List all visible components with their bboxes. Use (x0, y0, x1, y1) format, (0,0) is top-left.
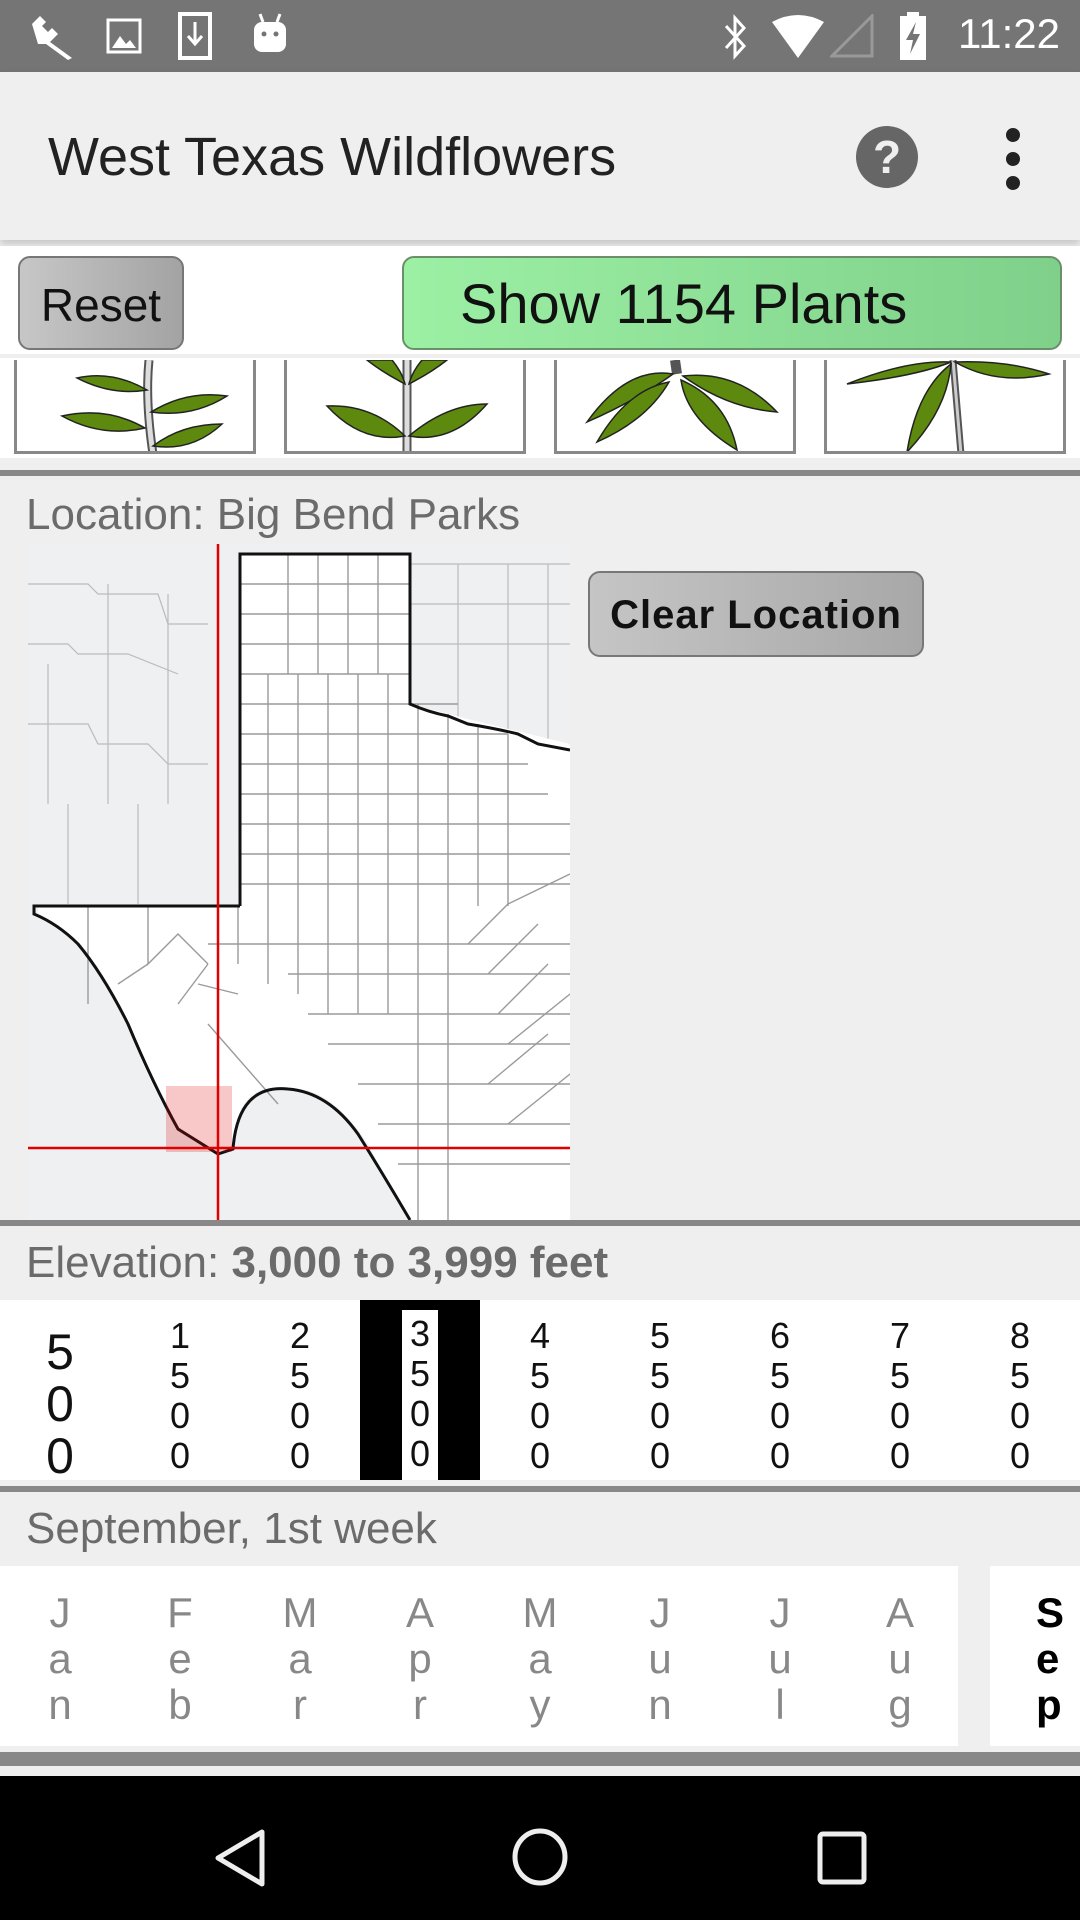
elevation-option-label: 7500 (889, 1315, 911, 1476)
elevation-option-label: 8500 (1009, 1315, 1031, 1476)
elevation-option-5500[interactable]: 5500 (600, 1300, 720, 1480)
month-option-may[interactable]: May (480, 1590, 600, 1728)
signal-icon (830, 14, 874, 58)
elevation-option-label: 2500 (289, 1315, 311, 1476)
section-divider (0, 1220, 1080, 1226)
month-selector: JanFebMarAprMayJunJulAug (0, 1566, 958, 1746)
location-label: Location: Big Bend Parks (26, 490, 521, 539)
elevation-option-label: 4500 (529, 1315, 551, 1476)
elevation-option-label: 6500 (769, 1315, 791, 1476)
elevation-option-500[interactable]: 500 (0, 1300, 120, 1484)
date-label: September, 1st week (26, 1504, 437, 1553)
month-option-jul[interactable]: Jul (720, 1590, 840, 1728)
elevation-option-label: 5500 (649, 1315, 671, 1476)
recents-icon[interactable] (816, 1830, 868, 1886)
month-option-jun[interactable]: Jun (600, 1590, 720, 1728)
section-divider (0, 470, 1080, 476)
more-vert-icon[interactable] (990, 128, 1036, 190)
leaf-tile-whorled[interactable] (554, 360, 796, 454)
leaf-tile-alternate[interactable] (14, 360, 256, 454)
elevation-option-2500[interactable]: 2500 (240, 1300, 360, 1480)
image-icon (106, 18, 142, 54)
elevation-option-6500[interactable]: 6500 (720, 1300, 840, 1480)
elevation-label-prefix: Elevation: (26, 1238, 232, 1287)
elevation-option-label: 3500 (401, 1310, 439, 1480)
show-plants-button[interactable]: Show 1154 Plants (402, 256, 1062, 350)
elevation-option-8500[interactable]: 8500 (960, 1300, 1080, 1480)
home-icon[interactable] (510, 1826, 570, 1888)
wrench-icon (32, 16, 72, 60)
reset-button[interactable]: Reset (18, 256, 184, 350)
status-bar: 11:22 (0, 0, 1080, 72)
leaf-tile-opposite[interactable] (284, 360, 526, 454)
selected-region (166, 1086, 232, 1152)
texas-county-map (28, 544, 570, 1220)
leaf-tile-basal[interactable] (824, 360, 1066, 454)
clock: 11:22 (958, 10, 1060, 57)
alternate-leaves-icon (59, 360, 230, 451)
android-icon (254, 13, 286, 52)
whorled-leaves-icon (584, 360, 779, 451)
elevation-selector: 500 1500 2500 3500 4500 5500 6500 7500 8500 (0, 1300, 1080, 1484)
section-divider (0, 1486, 1080, 1492)
battery-charging-icon (900, 12, 926, 60)
navigation-bar (0, 1776, 1080, 1920)
elevation-label: Elevation: 3,000 to 3,999 feet (26, 1238, 608, 1288)
month-selector-selected-panel: Sep (990, 1566, 1080, 1746)
month-option-sep[interactable]: Sep (990, 1590, 1080, 1728)
elevation-option-label: 500 (46, 1324, 74, 1484)
help-button[interactable]: ? (856, 126, 918, 188)
basal-leaves-icon (846, 360, 1052, 451)
action-toolbar: Reset Show 1154 Plants (0, 246, 1080, 354)
app-bar: West Texas Wildflowers ? (0, 72, 1080, 240)
download-icon (178, 12, 212, 60)
elevation-option-1500[interactable]: 1500 (120, 1300, 240, 1480)
bluetooth-icon (724, 14, 747, 60)
section-divider (0, 1752, 1080, 1766)
elevation-option-3500[interactable]: 3500 (360, 1300, 480, 1480)
wifi-icon (772, 15, 824, 58)
opposite-leaves-icon (325, 360, 489, 451)
elevation-label-value: 3,000 to 3,999 feet (231, 1238, 609, 1287)
location-map[interactable] (28, 544, 570, 1220)
month-option-apr[interactable]: Apr (360, 1590, 480, 1728)
help-icon: ? (872, 131, 902, 183)
elevation-option-7500[interactable]: 7500 (840, 1300, 960, 1480)
clear-location-button[interactable]: Clear Location (588, 571, 924, 657)
elevation-option-4500[interactable]: 4500 (480, 1300, 600, 1480)
month-option-aug[interactable]: Aug (840, 1590, 960, 1728)
leaf-shape-selector (0, 358, 1080, 458)
back-icon[interactable] (212, 1828, 268, 1888)
month-option-feb[interactable]: Feb (120, 1590, 240, 1728)
app-title: West Texas Wildflowers (48, 127, 617, 187)
month-option-jan[interactable]: Jan (0, 1590, 120, 1728)
elevation-option-label: 1500 (169, 1315, 191, 1476)
month-option-mar[interactable]: Mar (240, 1590, 360, 1728)
